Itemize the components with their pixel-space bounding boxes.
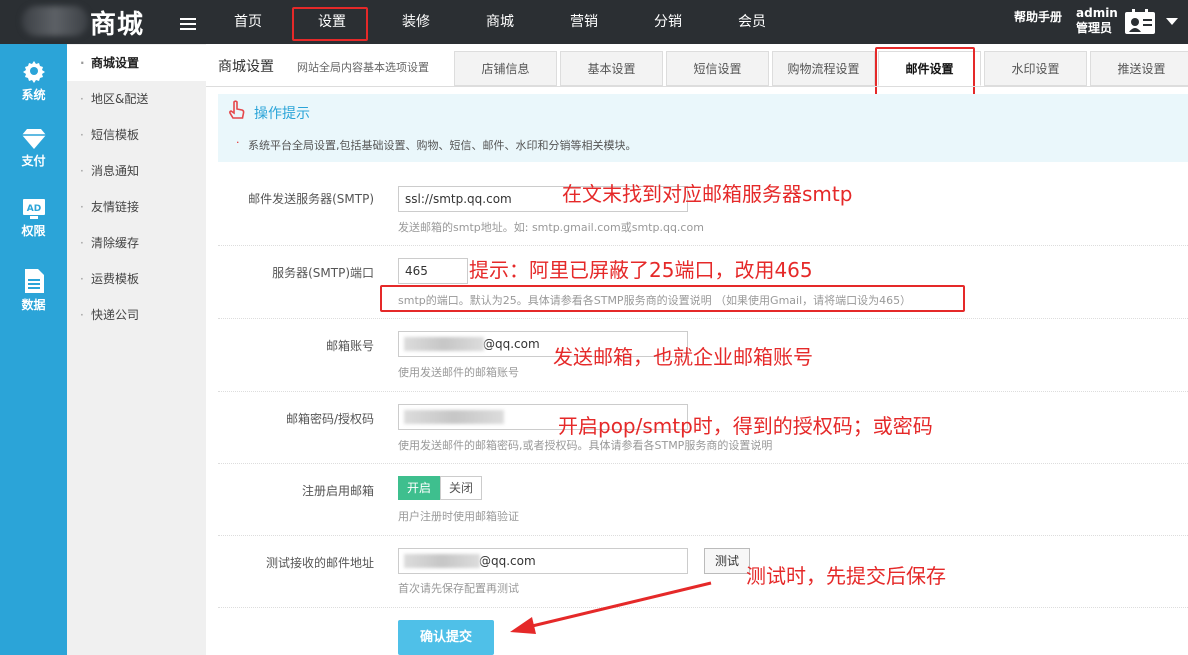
- test-email-label: 测试接收的邮件地址: [265, 556, 374, 570]
- password-label: 邮箱密码/授权码: [285, 412, 374, 426]
- settings-tabs: 店铺信息 基本设置 短信设置 购物流程设置 邮件设置 水印设置 推送设置: [454, 47, 1188, 96]
- test-button[interactable]: 测试: [704, 548, 750, 574]
- nav-marketing[interactable]: 营销: [542, 0, 626, 44]
- test-annotation: 测试时，先提交后保存: [746, 564, 946, 588]
- port-annotation: 提示：阿里已屏蔽了25端口，改用465: [469, 258, 813, 282]
- sub-item-friend-links[interactable]: 友情链接: [67, 189, 206, 225]
- sub-item-clear-cache[interactable]: 清除缓存: [67, 225, 206, 261]
- sidebar-system[interactable]: 系统: [0, 58, 67, 103]
- register-email-toggle: 开启 关闭: [398, 476, 482, 500]
- port-label: 服务器(SMTP)端口: [272, 266, 374, 280]
- tab-sms[interactable]: 短信设置: [666, 51, 769, 86]
- nav-mall[interactable]: 商城: [458, 0, 542, 44]
- user-name: admin: [1076, 6, 1118, 20]
- sidebar-system-label: 系统: [21, 88, 46, 102]
- tips-panel: 操作提示 系统平台全局设置,包括基础设置、购物、短信、邮件、水印和分销等相关模块…: [218, 94, 1188, 162]
- top-bar: 商城 首页 设置 装修 商城 营销 分销 会员 帮助手册 admin 管理员: [0, 0, 1188, 44]
- pointing-hand-icon: [229, 100, 245, 119]
- register-email-row: 注册启用邮箱 开启 关闭 用户注册时使用邮箱验证: [218, 464, 1188, 536]
- smtp-label: 邮件发送服务器(SMTP): [248, 192, 374, 206]
- sub-item-shipping-template[interactable]: 运费模板: [67, 261, 206, 297]
- account-blur: [404, 337, 484, 351]
- sub-item-sms-template[interactable]: 短信模板: [67, 117, 206, 153]
- tips-title: 操作提示: [254, 106, 310, 122]
- password-annotation: 开启pop/smtp时，得到的授权码；或密码: [558, 414, 933, 438]
- logo[interactable]: 商城: [0, 0, 206, 44]
- tabs-divider: [206, 86, 1188, 87]
- help-link[interactable]: 帮助手册: [1014, 8, 1062, 25]
- password-hint: 使用发送邮件的邮箱密码,或者授权码。具体请参看各STMP服务商的设置说明: [398, 439, 773, 452]
- sidebar-payment[interactable]: 支付: [0, 128, 67, 169]
- document-icon: [24, 269, 44, 293]
- arrow-to-submit-icon: [510, 581, 712, 634]
- nav-distribution[interactable]: 分销: [626, 0, 710, 44]
- sidebar-payment-label: 支付: [21, 154, 46, 168]
- nav-settings[interactable]: 设置: [290, 0, 374, 44]
- sub-sidebar: 商城设置 地区&配送 短信模板 消息通知 友情链接 清除缓存 运费模板 快递公司: [67, 44, 206, 655]
- toggle-on-button[interactable]: 开启: [398, 476, 440, 500]
- sub-item-mall-settings[interactable]: 商城设置: [67, 45, 206, 81]
- diamond-icon: [21, 129, 46, 149]
- logo-text: 商城: [90, 10, 145, 40]
- register-email-hint: 用户注册时使用邮箱验证: [398, 510, 519, 523]
- sidebar-permission[interactable]: AD 权限: [0, 198, 67, 239]
- sidebar-data[interactable]: 数据: [0, 268, 67, 313]
- tab-watermark[interactable]: 水印设置: [984, 51, 1087, 86]
- user-menu-caret-icon[interactable]: [1166, 18, 1178, 25]
- password-blur: [404, 410, 504, 424]
- register-email-label: 注册启用邮箱: [301, 484, 374, 498]
- sidebar-data-label: 数据: [21, 298, 46, 312]
- sub-item-courier-companies[interactable]: 快递公司: [67, 297, 206, 333]
- nav-home[interactable]: 首页: [206, 0, 290, 44]
- account-label: 邮箱账号: [325, 339, 374, 353]
- main-nav: 首页 设置 装修 商城 营销 分销 会员: [206, 0, 794, 44]
- ad-icon: AD: [22, 199, 45, 219]
- avatar-icon[interactable]: [1124, 9, 1156, 35]
- gear-icon: [22, 61, 45, 83]
- tab-shopping-flow[interactable]: 购物流程设置: [772, 51, 875, 86]
- sub-item-notifications[interactable]: 消息通知: [67, 153, 206, 189]
- submit-button[interactable]: 确认提交: [398, 620, 494, 655]
- test-email-blur: [404, 554, 480, 568]
- smtp-hint: 发送邮箱的smtp地址。如: smtp.gmail.com或smtp.qq.co…: [398, 221, 704, 234]
- toggle-off-button[interactable]: 关闭: [440, 476, 482, 500]
- nav-members[interactable]: 会员: [710, 0, 794, 44]
- logo-mark-blurred: [22, 6, 88, 36]
- port-hint-highlight: [380, 285, 965, 312]
- user-role: 管理员: [1076, 21, 1113, 35]
- test-email-hint: 首次请先保存配置再测试: [398, 582, 519, 595]
- sidebar-permission-label: 权限: [21, 224, 46, 238]
- menu-toggle-icon[interactable]: [180, 18, 196, 30]
- nav-decoration[interactable]: 装修: [374, 0, 458, 44]
- user-info[interactable]: admin 管理员: [1076, 6, 1118, 36]
- tab-basic[interactable]: 基本设置: [560, 51, 663, 86]
- account-hint: 使用发送邮件的邮箱账号: [398, 366, 519, 379]
- svg-text:AD: AD: [26, 204, 40, 214]
- tab-email[interactable]: 邮件设置: [875, 47, 981, 96]
- main-content: 商城设置 网站全局内容基本选项设置 店铺信息 基本设置 短信设置 购物流程设置 …: [206, 44, 1188, 655]
- port-input[interactable]: 465: [398, 258, 468, 284]
- tips-text: 系统平台全局设置,包括基础设置、购物、短信、邮件、水印和分销等相关模块。: [236, 136, 636, 153]
- sub-item-region-delivery[interactable]: 地区&配送: [67, 81, 206, 117]
- account-annotation: 发送邮箱，也就企业邮箱账号: [553, 345, 813, 369]
- page-subtitle: 网站全局内容基本选项设置: [297, 61, 429, 74]
- tab-push[interactable]: 推送设置: [1090, 51, 1188, 86]
- smtp-annotation: 在文末找到对应邮箱服务器smtp: [562, 182, 853, 206]
- tab-shop-info[interactable]: 店铺信息: [454, 51, 557, 86]
- page-title: 商城设置: [218, 59, 274, 75]
- icon-sidebar: 系统 支付 AD 权限 数据: [0, 44, 67, 655]
